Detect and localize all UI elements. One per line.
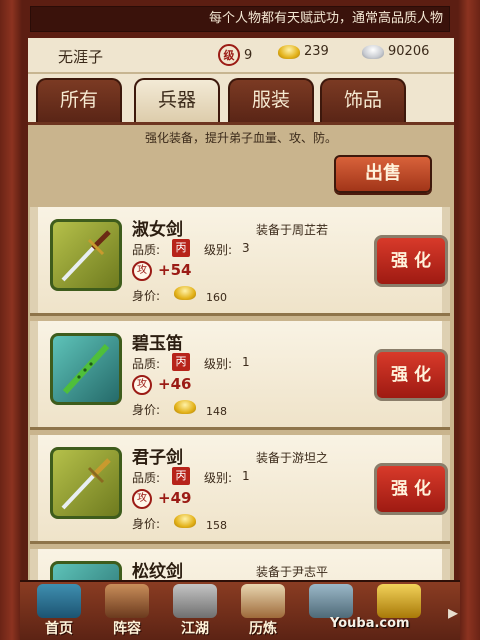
item-level: 1 bbox=[242, 355, 250, 369]
tab-all[interactable]: 所有 bbox=[36, 78, 122, 122]
attack-value: +54 bbox=[158, 261, 192, 279]
home-icon bbox=[37, 584, 81, 618]
bottom-navigation: 首页 阵容 江湖 历炼 ▸ bbox=[20, 580, 460, 640]
mountain-icon bbox=[309, 584, 353, 618]
watermark: Youba.com bbox=[330, 616, 410, 631]
gold-ingot-icon bbox=[174, 286, 196, 300]
nav-label: 江湖 bbox=[181, 621, 209, 637]
attack-icon: 攻 bbox=[132, 375, 152, 395]
level-stat: 级 9 bbox=[218, 44, 252, 66]
level-icon: 级 bbox=[218, 44, 240, 66]
tab-clothing[interactable]: 服装 bbox=[228, 78, 314, 122]
nav-label: 首页 bbox=[45, 621, 73, 637]
quality-label: 品质: bbox=[132, 471, 161, 485]
gold-ingot-icon bbox=[174, 400, 196, 414]
silver-stat: 90206 bbox=[362, 44, 429, 59]
tab-accessories[interactable]: 饰品 bbox=[320, 78, 406, 122]
nav-treasure[interactable] bbox=[368, 584, 430, 640]
level-label: 级别: bbox=[204, 357, 233, 371]
nav-home[interactable]: 首页 bbox=[28, 584, 90, 640]
attack-icon: 攻 bbox=[132, 261, 152, 281]
gold-ingot-icon bbox=[174, 514, 196, 528]
sell-button[interactable]: 出售 bbox=[334, 155, 432, 193]
gold-ingot-icon bbox=[278, 44, 300, 59]
nav-label: 历炼 bbox=[249, 621, 277, 637]
level-label: 级别: bbox=[204, 243, 233, 257]
item-name: 碧玉笛 bbox=[132, 334, 183, 354]
category-tabs: 所有 兵器 服装 饰品 bbox=[28, 74, 454, 124]
quality-label: 品质: bbox=[132, 243, 161, 257]
tab-weapons[interactable]: 兵器 bbox=[134, 78, 220, 124]
player-name: 无涯子 bbox=[58, 48, 104, 66]
item-card: 松纹剑 装备于尹志平 bbox=[30, 549, 450, 580]
flute-icon bbox=[50, 333, 122, 405]
enhance-button[interactable]: 强 化 bbox=[374, 349, 448, 401]
level-value: 9 bbox=[244, 47, 253, 63]
quality-label: 品质: bbox=[132, 357, 161, 371]
price-label: 身价: bbox=[132, 517, 161, 531]
price-label: 身价: bbox=[132, 289, 161, 303]
nav-jianghu[interactable]: 江湖 bbox=[164, 584, 226, 640]
item-price: 158 bbox=[206, 519, 227, 532]
silver-ingot-icon bbox=[362, 44, 384, 59]
attack-value: +46 bbox=[158, 375, 192, 393]
nav-training[interactable]: 历炼 bbox=[232, 584, 294, 640]
nav-mountain[interactable] bbox=[300, 584, 362, 640]
training-icon bbox=[241, 584, 285, 618]
item-level: 3 bbox=[242, 241, 250, 255]
status-bar: 无涯子 级 9 239 90206 bbox=[28, 38, 454, 74]
silver-value: 90206 bbox=[388, 44, 430, 59]
gold-stat: 239 bbox=[278, 44, 329, 59]
item-card: 碧玉笛 品质: 丙 级别: 1 攻 +46 身价: 148 强 化 bbox=[30, 321, 450, 427]
equipped-by: 装备于尹志平 bbox=[256, 565, 329, 579]
equipped-by: 装备于游坦之 bbox=[256, 451, 329, 465]
enhance-button[interactable]: 强 化 bbox=[374, 235, 448, 287]
level-label: 级别: bbox=[204, 471, 233, 485]
nav-lineup[interactable]: 阵容 bbox=[96, 584, 158, 640]
attack-value: +49 bbox=[158, 489, 192, 507]
chevron-right-icon[interactable]: ▸ bbox=[448, 600, 458, 624]
item-name: 松纹剑 bbox=[132, 562, 183, 580]
panel-hint: 强化装备，提升弟子血量、攻、防。 bbox=[144, 131, 337, 145]
equipment-panel: 强化装备，提升弟子血量、攻、防。 出售 淑女剑 装备于周芷若 品质: 丙 级别:… bbox=[28, 122, 454, 580]
item-card: 君子剑 装备于游坦之 品质: 丙 级别: 1 攻 +49 身价: 158 强 化 bbox=[30, 435, 450, 541]
sword-icon bbox=[50, 561, 122, 580]
quality-seal-icon: 丙 bbox=[172, 353, 190, 371]
equipped-by: 装备于周芷若 bbox=[256, 223, 329, 237]
item-name: 淑女剑 bbox=[132, 220, 183, 240]
enhance-button[interactable]: 强 化 bbox=[374, 463, 448, 515]
nav-label: 阵容 bbox=[113, 621, 141, 637]
item-card: 淑女剑 装备于周芷若 品质: 丙 级别: 3 攻 +54 身价: 160 强 化 bbox=[30, 207, 450, 313]
attack-icon: 攻 bbox=[132, 489, 152, 509]
price-label: 身价: bbox=[132, 403, 161, 417]
quality-seal-icon: 丙 bbox=[172, 467, 190, 485]
jianghu-icon bbox=[173, 584, 217, 618]
item-price: 148 bbox=[206, 405, 227, 418]
gold-value: 239 bbox=[304, 44, 329, 59]
item-name: 君子剑 bbox=[132, 448, 183, 468]
item-level: 1 bbox=[242, 469, 250, 483]
lineup-icon bbox=[105, 584, 149, 618]
quality-seal-icon: 丙 bbox=[172, 239, 190, 257]
treasure-icon bbox=[377, 584, 421, 618]
news-marquee: 每个人物都有天赋武功，通常高品质人物 bbox=[30, 6, 450, 32]
sword-icon bbox=[50, 219, 122, 291]
sword-icon bbox=[50, 447, 122, 519]
item-price: 160 bbox=[206, 291, 227, 304]
